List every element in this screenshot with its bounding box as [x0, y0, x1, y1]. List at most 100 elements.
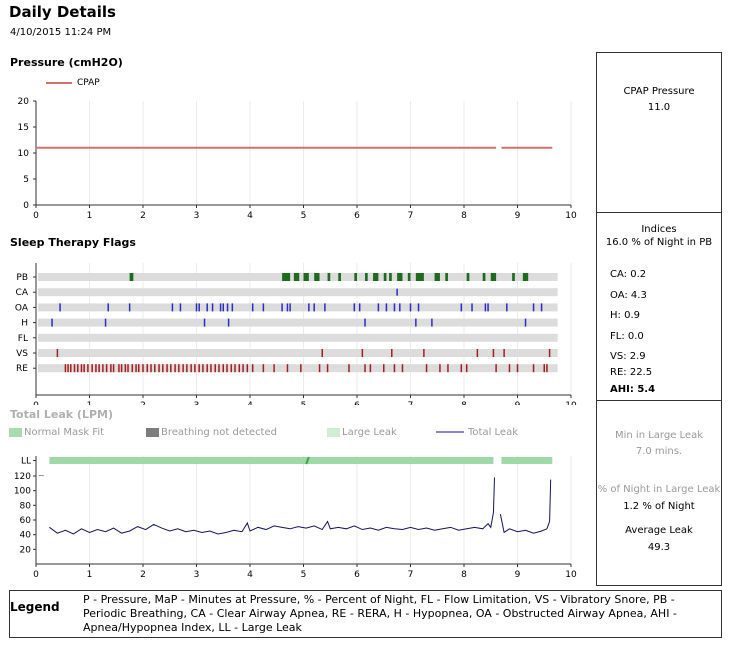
- flag-mark-oa: [409, 303, 412, 312]
- flag-mark-re: [348, 364, 350, 373]
- flag-mark-re: [73, 364, 76, 373]
- flag-mark-h: [364, 318, 366, 327]
- flag-track-ca: [38, 288, 558, 297]
- flag-mark-vs: [503, 349, 505, 357]
- flag-mark-re: [447, 364, 449, 373]
- flag-mark-pb: [293, 273, 300, 281]
- flag-mark-oa: [195, 303, 198, 312]
- flag-mark-pb: [466, 273, 470, 281]
- index-h: H: 0.9: [610, 310, 640, 321]
- flag-mark-re: [98, 364, 100, 373]
- index-re: RE: 22.5: [610, 367, 653, 378]
- flag-mark-re: [182, 364, 184, 373]
- flag-mark-ca: [396, 288, 398, 296]
- flag-mark-pb: [383, 273, 387, 281]
- flag-mark-re: [439, 364, 441, 373]
- flag-mark-re: [186, 364, 188, 373]
- x-tick-label: 7: [408, 401, 414, 405]
- flag-mark-re: [158, 364, 160, 373]
- flag-mark-re: [198, 364, 200, 373]
- x-tick-label: 9: [515, 401, 521, 405]
- flag-mark-re: [202, 364, 204, 373]
- x-tick-label: 4: [247, 401, 253, 405]
- pressure-chart-title: Pressure (cmH2O): [10, 56, 123, 69]
- x-tick-label: 2: [140, 401, 146, 405]
- flag-mark-oa: [484, 303, 487, 312]
- leak-chart-title: Total Leak (LPM): [10, 408, 113, 421]
- total-leak-swatch: [436, 431, 464, 433]
- flag-mark-vs: [492, 349, 495, 357]
- x-tick-label: 1: [87, 570, 93, 580]
- flag-mark-oa: [59, 303, 61, 312]
- flag-mark-re: [234, 364, 236, 373]
- indices-summary-box: Indices 16.0 % of Night in PB CA: 0.2 OA…: [597, 212, 721, 401]
- flag-track-re: [38, 364, 558, 373]
- flag-mark-re: [300, 364, 302, 373]
- y-tick-label: 5: [23, 175, 29, 185]
- large-leak-swatch: [327, 427, 340, 437]
- flag-mark-pb: [445, 273, 448, 281]
- x-tick-label: 6: [354, 211, 360, 221]
- flag-mark-re: [154, 364, 156, 373]
- flag-mark-re: [127, 364, 129, 373]
- flag-track-vs: [38, 349, 558, 357]
- flag-mark-vs: [391, 349, 393, 357]
- flag-mark-oa: [313, 303, 315, 312]
- large-leak-band: [501, 457, 553, 464]
- leak-chart: 0 1 2 3 4 5 6 7 8 9 10 20 40 60 80 100 120 LL ~: [14, 456, 577, 580]
- flag-mark-re: [369, 364, 372, 373]
- flag-mark-re: [91, 364, 93, 373]
- x-tick-label: 5: [301, 211, 307, 221]
- flag-mark-re: [110, 364, 112, 373]
- flag-mark-oa: [471, 303, 473, 312]
- flag-mark-oa: [226, 303, 229, 312]
- flag-mark-re: [425, 364, 428, 373]
- x-tick-label: 4: [247, 570, 253, 580]
- flag-mark-oa: [540, 303, 543, 312]
- pct-large-leak-value: 1.2 % of Night: [623, 501, 695, 512]
- flag-mark-oa: [460, 303, 463, 312]
- x-tick-label: 0: [33, 211, 39, 221]
- flag-mark-vs: [56, 349, 59, 357]
- total-leak-line: [49, 477, 495, 535]
- min-large-leak-value: 7.0 mins.: [635, 446, 683, 457]
- total-leak-label: Total Leak: [468, 427, 518, 438]
- report-datetime: 4/10/2015 11:24 PM: [10, 27, 112, 38]
- y-tick-label: 80: [20, 501, 32, 511]
- x-tick-label: 9: [515, 570, 521, 580]
- flag-mark-re: [190, 364, 192, 373]
- flag-mark-oa: [211, 303, 214, 312]
- x-tick-label: 7: [408, 570, 414, 580]
- flag-mark-oa: [358, 303, 361, 312]
- breathing-nd-label: Breathing not detected: [161, 427, 277, 438]
- flag-mark-re: [214, 364, 216, 373]
- flag-mark-re: [83, 364, 85, 373]
- flag-mark-vs: [476, 349, 479, 357]
- x-tick-label: 2: [140, 211, 146, 221]
- flag-mark-re: [318, 364, 321, 373]
- x-tick-label: 0: [33, 401, 39, 405]
- flag-label-h: H: [21, 319, 28, 329]
- legend-normal-mask-fit: Normal Mask Fit: [9, 427, 104, 438]
- flag-mark-re: [105, 364, 108, 373]
- legend-large-leak: Large Leak: [327, 427, 397, 438]
- flag-mark-h: [203, 318, 206, 327]
- flag-mark-oa: [377, 303, 380, 312]
- min-large-leak-label: Min in Large Leak: [615, 430, 703, 441]
- x-tick-label: 5: [301, 570, 307, 580]
- flag-mark-oa: [219, 303, 222, 312]
- flag-mark-oa: [417, 303, 420, 312]
- flag-mark-re: [95, 364, 97, 373]
- flag-mark-re: [67, 364, 69, 373]
- flag-mark-re: [230, 364, 233, 373]
- flag-mark-re: [364, 364, 366, 373]
- flag-mark-pb: [365, 273, 368, 281]
- y-tick-label: 100: [14, 487, 31, 497]
- index-ca: CA: 0.2: [610, 269, 647, 280]
- x-tick-label: 1: [87, 211, 93, 221]
- pb-percent: 16.0 % of Night in PB: [605, 237, 713, 248]
- normal-mask-label: Normal Mask Fit: [24, 427, 105, 438]
- x-tick-label: 0: [33, 570, 39, 580]
- flag-mark-oa: [308, 303, 310, 312]
- flag-mark-oa: [324, 303, 326, 312]
